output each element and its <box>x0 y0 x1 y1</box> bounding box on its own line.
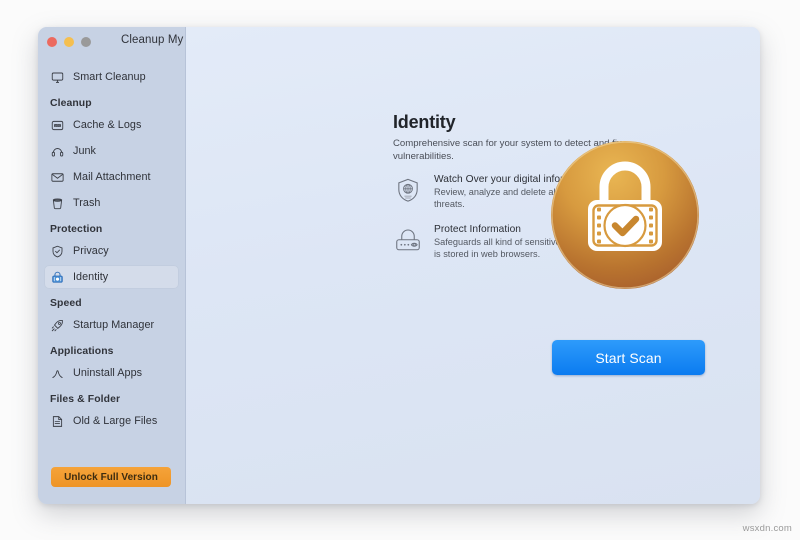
sidebar: Cleanup My System Smart Cleanup Cleanup … <box>38 27 226 504</box>
sidebar-item-startup-manager[interactable]: Startup Manager <box>44 313 179 337</box>
sidebar-section-applications: Applications <box>50 346 114 357</box>
document-icon <box>50 414 65 429</box>
caret-up-icon <box>50 366 65 381</box>
close-button[interactable] <box>47 37 57 47</box>
sidebar-section-files-folder: Files & Folder <box>50 394 121 405</box>
padlock-eye-icon <box>393 226 423 256</box>
zoom-button[interactable] <box>81 37 91 47</box>
sidebar-item-label: Trash <box>73 197 101 209</box>
sidebar-item-junk[interactable]: Junk <box>44 139 179 163</box>
sidebar-item-label: Identity <box>73 271 109 283</box>
sidebar-item-privacy[interactable]: Privacy <box>44 239 179 263</box>
lock-badge-icon <box>50 270 65 285</box>
sidebar-section-cleanup: Cleanup <box>50 98 92 109</box>
sidebar-item-uninstall-apps[interactable]: Uninstall Apps <box>44 361 179 385</box>
sidebar-item-cache-logs[interactable]: LOG Cache & Logs <box>44 113 179 137</box>
sidebar-item-smart-cleanup[interactable]: Smart Cleanup <box>44 65 179 89</box>
log-box-icon: LOG <box>50 118 65 133</box>
unlock-full-version-button[interactable]: Unlock Full Version <box>51 467 171 487</box>
sidebar-item-label: Cache & Logs <box>73 119 142 131</box>
junk-icon <box>50 144 65 159</box>
sidebar-item-label: Startup Manager <box>73 319 155 331</box>
trash-icon <box>50 196 65 211</box>
shield-globe-icon <box>393 176 423 206</box>
sidebar-section-speed: Speed <box>50 298 82 309</box>
svg-text:LOG: LOG <box>55 124 60 127</box>
sidebar-section-protection: Protection <box>50 224 103 235</box>
main-content: Identity Comprehensive scan for your sys… <box>186 27 760 504</box>
sidebar-item-label: Mail Attachment <box>73 171 151 183</box>
minimize-button[interactable] <box>64 37 74 47</box>
sidebar-item-label: Smart Cleanup <box>73 71 146 83</box>
sidebar-item-label: Junk <box>73 145 97 157</box>
monitor-icon <box>50 70 65 85</box>
start-scan-button[interactable]: Start Scan <box>552 340 705 375</box>
sidebar-item-old-large-files[interactable]: Old & Large Files <box>44 409 179 433</box>
mail-icon <box>50 170 65 185</box>
page-title: Identity <box>393 112 456 132</box>
identity-badge <box>547 137 703 293</box>
app-window: Cleanup My System Smart Cleanup Cleanup … <box>38 27 760 504</box>
sidebar-item-mail-attachment[interactable]: Mail Attachment <box>44 165 179 189</box>
sidebar-item-label: Old & Large Files <box>73 415 158 427</box>
rocket-icon <box>50 318 65 333</box>
shield-check-icon <box>50 244 65 259</box>
watermark: wsxdn.com <box>742 523 792 534</box>
sidebar-nav: Smart Cleanup Cleanup LOG Cache & Logs J… <box>38 65 185 433</box>
sidebar-item-label: Privacy <box>73 245 109 257</box>
sidebar-item-label: Uninstall Apps <box>73 367 143 379</box>
sidebar-item-trash[interactable]: Trash <box>44 191 179 215</box>
sidebar-item-identity[interactable]: Identity <box>44 265 179 289</box>
